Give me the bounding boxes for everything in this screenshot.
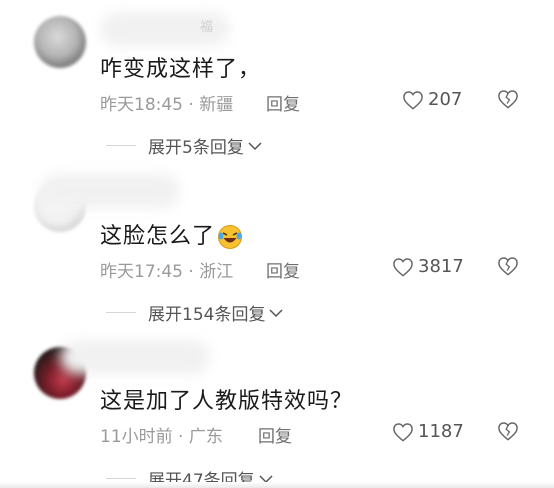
- meta-separator: ·: [188, 262, 194, 282]
- username-blurred[interactable]: [40, 174, 180, 208]
- heart-outline-icon: [403, 90, 423, 110]
- dislike-button[interactable]: [497, 256, 519, 280]
- comment-text: 这是加了人教版特效吗？: [100, 389, 354, 414]
- comment-time: 昨天17:45: [100, 262, 183, 282]
- comment-meta: 昨天18:45 · 新疆 回复: [100, 90, 300, 115]
- dislike-button[interactable]: [497, 89, 519, 113]
- like-count: 207: [428, 89, 463, 110]
- comment-text-content: 这脸怎么了: [100, 224, 216, 249]
- like-button[interactable]: 3817: [392, 256, 464, 277]
- avatar[interactable]: [34, 16, 86, 68]
- username-blurred[interactable]: [60, 340, 210, 374]
- like-button[interactable]: 207: [402, 89, 462, 110]
- chevron-down-icon: [269, 308, 283, 317]
- expand-divider: [106, 145, 136, 146]
- username-suffix: 福: [200, 20, 214, 35]
- reply-button[interactable]: 回复: [258, 422, 292, 447]
- bottom-edge: [0, 482, 554, 488]
- comment-time: 11小时前: [100, 427, 173, 447]
- expand-label: 展开154条回复: [148, 305, 266, 325]
- comment-location: 广东: [188, 427, 223, 447]
- broken-heart-icon: [498, 90, 518, 109]
- meta-separator: ·: [178, 427, 184, 447]
- like-button[interactable]: 1187: [392, 421, 464, 442]
- broken-heart-icon: [498, 422, 518, 441]
- comment-meta: 昨天17:45 · 浙江 回复: [100, 257, 300, 282]
- comment-location: 新疆: [199, 95, 234, 115]
- chevron-down-icon: [248, 141, 262, 150]
- laughing-tears-emoji-icon: [218, 225, 243, 249]
- reply-button[interactable]: 回复: [266, 257, 300, 282]
- comment-time: 昨天18:45: [100, 95, 183, 115]
- reply-button[interactable]: 回复: [266, 90, 300, 115]
- comment-text: 这脸怎么了: [100, 218, 243, 250]
- expand-label: 展开5条回复: [148, 138, 244, 158]
- like-count: 3817: [418, 256, 464, 277]
- broken-heart-icon: [498, 257, 518, 276]
- meta-separator: ·: [188, 95, 194, 115]
- comment-text: 咋变成这样了，: [100, 57, 262, 82]
- like-count: 1187: [418, 421, 464, 442]
- expand-replies-button[interactable]: 展开154条回复: [106, 300, 283, 325]
- dislike-button[interactable]: [497, 421, 519, 445]
- expand-divider: [106, 478, 136, 479]
- comment-location: 浙江: [199, 262, 234, 282]
- comment-meta: 11小时前 · 广东 回复: [100, 422, 300, 447]
- heart-outline-icon: [393, 257, 413, 277]
- expand-divider: [106, 312, 136, 313]
- heart-outline-icon: [393, 422, 413, 442]
- expand-replies-button[interactable]: 展开5条回复: [106, 133, 262, 158]
